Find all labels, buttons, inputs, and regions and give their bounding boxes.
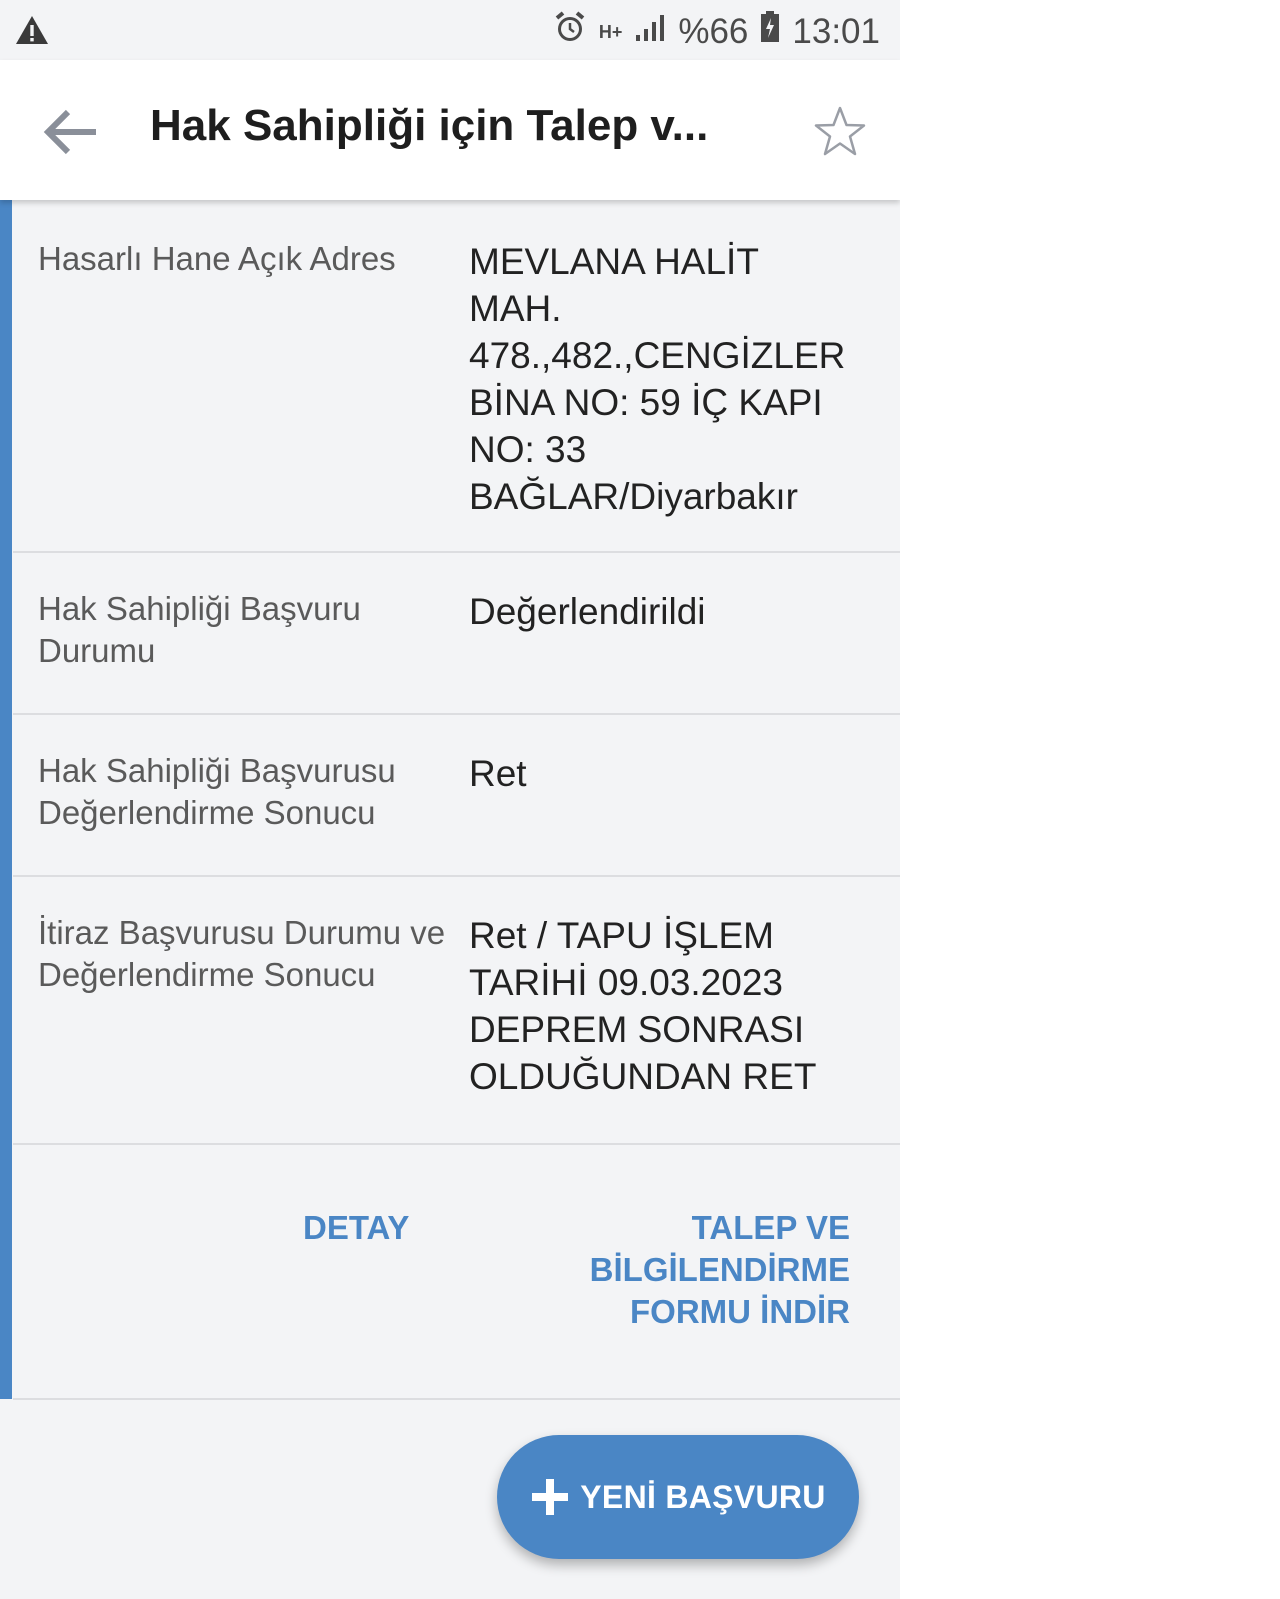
back-button[interactable] <box>38 100 102 164</box>
favorite-button[interactable] <box>810 102 870 162</box>
app-bar: Hak Sahipliği için Talep v... <box>0 60 900 200</box>
detail-value: Ret <box>469 753 527 794</box>
card-accent-bar <box>0 200 12 1399</box>
app-screen: H+ %66 13:01 Hak Sahipliği için Talep v.… <box>0 0 900 1599</box>
detail-label: Hak Sahipliği Başvuru Durumu <box>38 590 361 669</box>
detail-row-address: Hasarlı Hane Açık Adres MEVLANA HALİT MA… <box>13 200 900 553</box>
status-indicators: H+ %66 13:01 <box>553 10 880 53</box>
battery-icon <box>760 11 780 52</box>
detail-value: MEVLANA HALİT MAH. 478.,482.,CENGİZLER B… <box>469 241 846 517</box>
detail-row-application-status: Hak Sahipliği Başvuru Durumu Değerlendir… <box>13 553 900 715</box>
plus-icon <box>532 1479 569 1515</box>
card-actions: DETAY TALEP VE BİLGİLENDİRME FORMU İNDİR <box>13 1145 900 1400</box>
clock: 13:01 <box>792 11 880 51</box>
arrow-left-icon <box>43 109 96 155</box>
alarm-icon <box>553 10 587 53</box>
download-form-button[interactable]: TALEP VE BİLGİLENDİRME FORMU İNDİR <box>590 1207 850 1333</box>
signal-icon <box>634 12 666 52</box>
status-bar: H+ %66 13:01 <box>0 0 900 60</box>
battery-percent: %66 <box>678 11 749 51</box>
new-application-button[interactable]: YENİ BAŞVURU <box>497 1435 859 1559</box>
detail-label: Hak Sahipliği Başvurusu Değerlendirme So… <box>38 752 396 831</box>
detail-row-evaluation-result: Hak Sahipliği Başvurusu Değerlendirme So… <box>13 715 900 877</box>
page-title: Hak Sahipliği için Talep v... <box>150 101 709 150</box>
detail-label: İtiraz Başvurusu Durumu ve Değerlendirme… <box>38 914 446 993</box>
network-type: H+ <box>598 21 623 42</box>
new-application-label: YENİ BAŞVURU <box>580 1478 826 1515</box>
detail-row-objection-result: İtiraz Başvurusu Durumu ve Değerlendirme… <box>13 877 900 1145</box>
detail-label: Hasarlı Hane Açık Adres <box>38 240 396 277</box>
detail-button[interactable]: DETAY <box>303 1207 409 1249</box>
star-outline-icon <box>814 106 866 156</box>
detail-value: Ret / TAPU İŞLEM TARİHİ 09.03.2023 DEPRE… <box>469 915 817 1097</box>
warning-icon <box>14 14 50 51</box>
detail-value: Değerlendirildi <box>469 591 706 632</box>
application-card: Hasarlı Hane Açık Adres MEVLANA HALİT MA… <box>0 200 900 1400</box>
